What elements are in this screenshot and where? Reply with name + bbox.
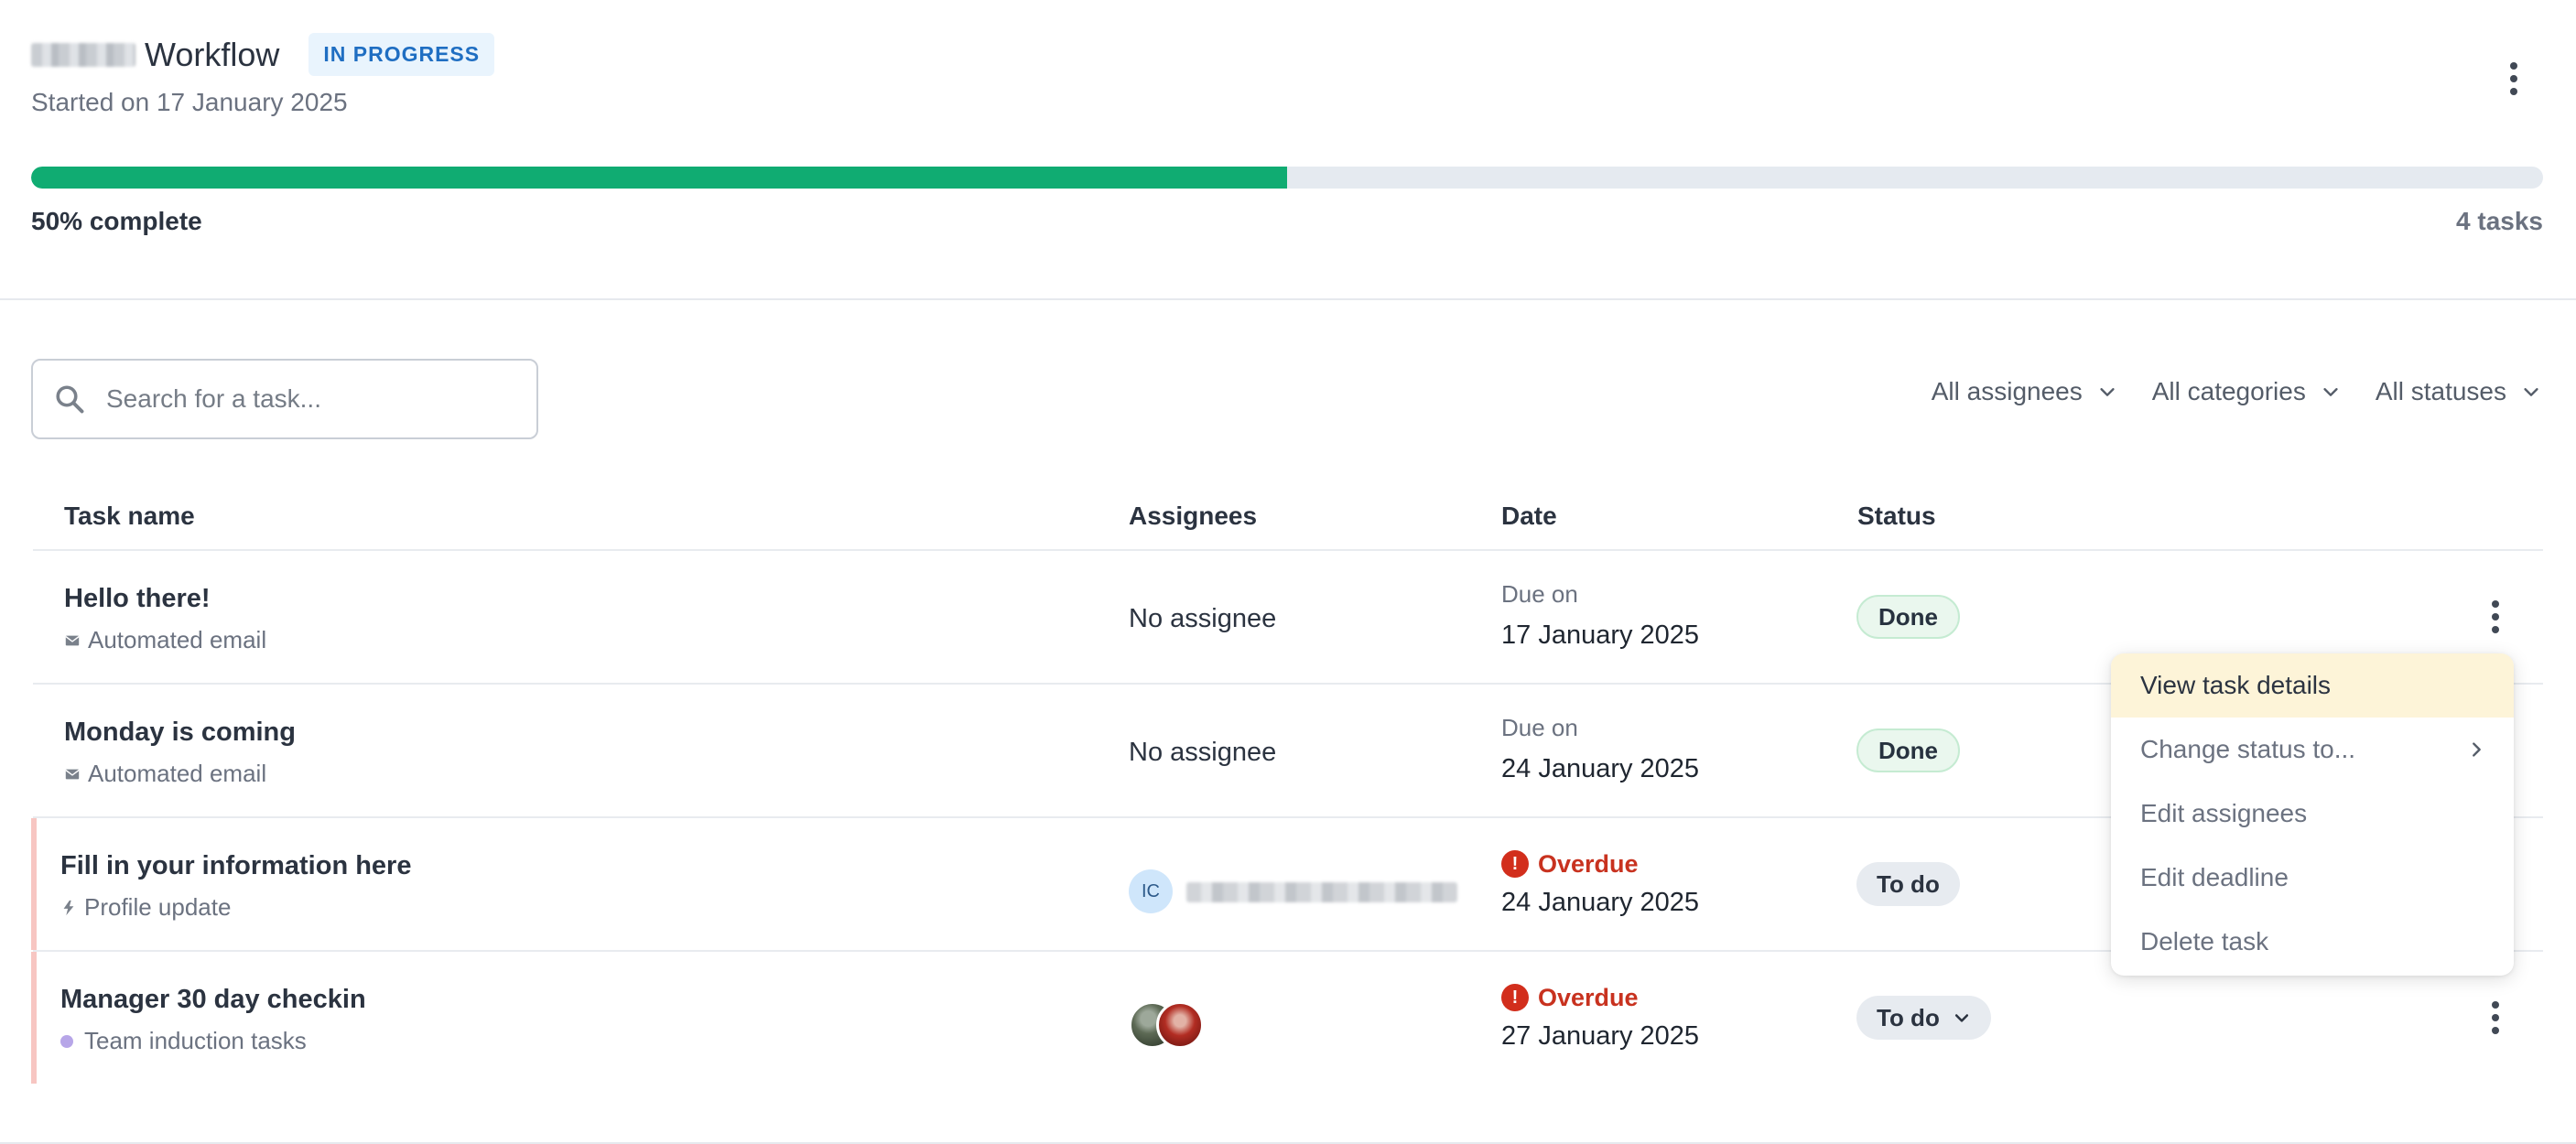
task-name[interactable]: Hello there! xyxy=(64,584,211,614)
overdue-text: Overdue xyxy=(1538,983,1639,1011)
menu-item-delete-task[interactable]: Delete task xyxy=(2111,910,2514,974)
avatar xyxy=(1156,1001,1204,1049)
menu-item-label: View task details xyxy=(2140,671,2332,699)
page-title: Workflow xyxy=(145,35,280,73)
task-name[interactable]: Fill in your information here xyxy=(60,851,411,881)
task-name[interactable]: Manager 30 day checkin xyxy=(60,985,366,1015)
status-pill[interactable]: Done xyxy=(1856,728,1960,772)
row-more-icon[interactable] xyxy=(2477,996,2514,1040)
filter-bar: All assignees All categories All statuse… xyxy=(1932,377,2541,406)
alert-icon: ! xyxy=(1501,984,1529,1011)
due-date: 17 January 2025 xyxy=(1501,621,1700,650)
menu-item-edit-assignees[interactable]: Edit assignees xyxy=(2111,782,2514,846)
task-name[interactable]: Monday is coming xyxy=(64,718,296,748)
chevron-down-icon xyxy=(1954,1014,1968,1022)
task-context-menu: View task details Change status to... Ed… xyxy=(2111,653,2514,976)
task-category-label: Automated email xyxy=(88,760,267,787)
menu-item-edit-deadline[interactable]: Edit deadline xyxy=(2111,846,2514,910)
task-category: Automated email xyxy=(64,626,266,654)
date-cell: Due on 17 January 2025 xyxy=(1501,580,1699,651)
redacted-name xyxy=(31,42,135,67)
status-pill[interactable]: To do xyxy=(1856,862,1960,906)
column-header-status: Status xyxy=(1857,502,1936,530)
mail-icon xyxy=(65,635,80,645)
due-date: 24 January 2025 xyxy=(1501,888,1700,917)
column-header-task-name: Task name xyxy=(64,502,195,530)
categories-filter[interactable]: All categories xyxy=(2152,377,2341,406)
status-pill-label: To do xyxy=(1877,1003,1940,1031)
column-header-assignees: Assignees xyxy=(1129,502,1258,530)
overdue-label: ! Overdue xyxy=(1501,981,1699,1014)
due-label: Due on xyxy=(1501,714,1578,741)
date-cell: ! Overdue 24 January 2025 xyxy=(1501,847,1699,918)
progress-bar xyxy=(31,167,2543,189)
status-dropdown[interactable]: To do xyxy=(1856,996,1991,1040)
menu-item-label: Delete task xyxy=(2140,927,2269,955)
column-header-date: Date xyxy=(1501,502,1557,530)
progress-label: 50% complete xyxy=(31,207,202,235)
assignee-text: No assignee xyxy=(1129,738,1277,767)
status-badge: IN PROGRESS xyxy=(308,33,495,76)
mail-icon xyxy=(65,769,80,779)
chevron-down-icon xyxy=(2323,388,2338,396)
chevron-down-icon xyxy=(2524,388,2538,396)
assignees-filter[interactable]: All assignees xyxy=(1932,377,2117,406)
due-date: 27 January 2025 xyxy=(1501,1021,1700,1051)
task-category-label: Profile update xyxy=(84,893,232,921)
categories-filter-label: All categories xyxy=(2151,377,2306,405)
menu-item-change-status[interactable]: Change status to... xyxy=(2111,718,2514,782)
task-category: Automated email xyxy=(64,760,266,788)
task-category: Profile update xyxy=(60,893,231,922)
task-category-label: Team induction tasks xyxy=(84,1027,307,1054)
chevron-right-icon xyxy=(2473,742,2481,757)
task-category-label: Automated email xyxy=(88,626,267,653)
overdue-text: Overdue xyxy=(1538,849,1639,878)
search-input[interactable] xyxy=(106,384,509,414)
assignees-filter-label: All assignees xyxy=(1931,377,2083,405)
title-row: Workflow IN PROGRESS xyxy=(31,33,495,76)
task-count: 4 tasks xyxy=(2456,207,2543,235)
assignee-text: No assignee xyxy=(1129,604,1277,633)
search-icon xyxy=(56,385,84,414)
category-dot-icon xyxy=(60,1034,73,1048)
menu-item-label: Edit assignees xyxy=(2140,799,2308,827)
avatar: IC xyxy=(1129,869,1173,913)
task-category: Team induction tasks xyxy=(60,1027,307,1055)
menu-item-view-task-details[interactable]: View task details xyxy=(2111,653,2514,718)
status-pill[interactable]: Done xyxy=(1856,595,1960,639)
alert-icon: ! xyxy=(1501,850,1529,878)
progress-fill xyxy=(31,167,1287,189)
start-date: Started on 17 January 2025 xyxy=(31,88,348,116)
menu-item-label: Edit deadline xyxy=(2140,863,2289,891)
redacted-assignee-name xyxy=(1186,882,1457,902)
chevron-down-icon xyxy=(2100,388,2115,396)
overdue-label: ! Overdue xyxy=(1501,847,1699,880)
lightning-icon xyxy=(63,900,74,915)
workflow-more-icon[interactable] xyxy=(2495,55,2532,103)
date-cell: Due on 24 January 2025 xyxy=(1501,714,1699,784)
menu-item-label: Change status to... xyxy=(2140,735,2356,763)
workflow-header: Workflow IN PROGRESS Started on 17 Janua… xyxy=(0,0,2576,300)
due-label: Due on xyxy=(1501,580,1578,608)
due-date: 24 January 2025 xyxy=(1501,754,1700,783)
statuses-filter[interactable]: All statuses xyxy=(2376,377,2541,406)
row-more-icon[interactable] xyxy=(2477,595,2514,639)
statuses-filter-label: All statuses xyxy=(2375,377,2506,405)
date-cell: ! Overdue 27 January 2025 xyxy=(1501,981,1699,1052)
search-box[interactable] xyxy=(31,359,538,439)
